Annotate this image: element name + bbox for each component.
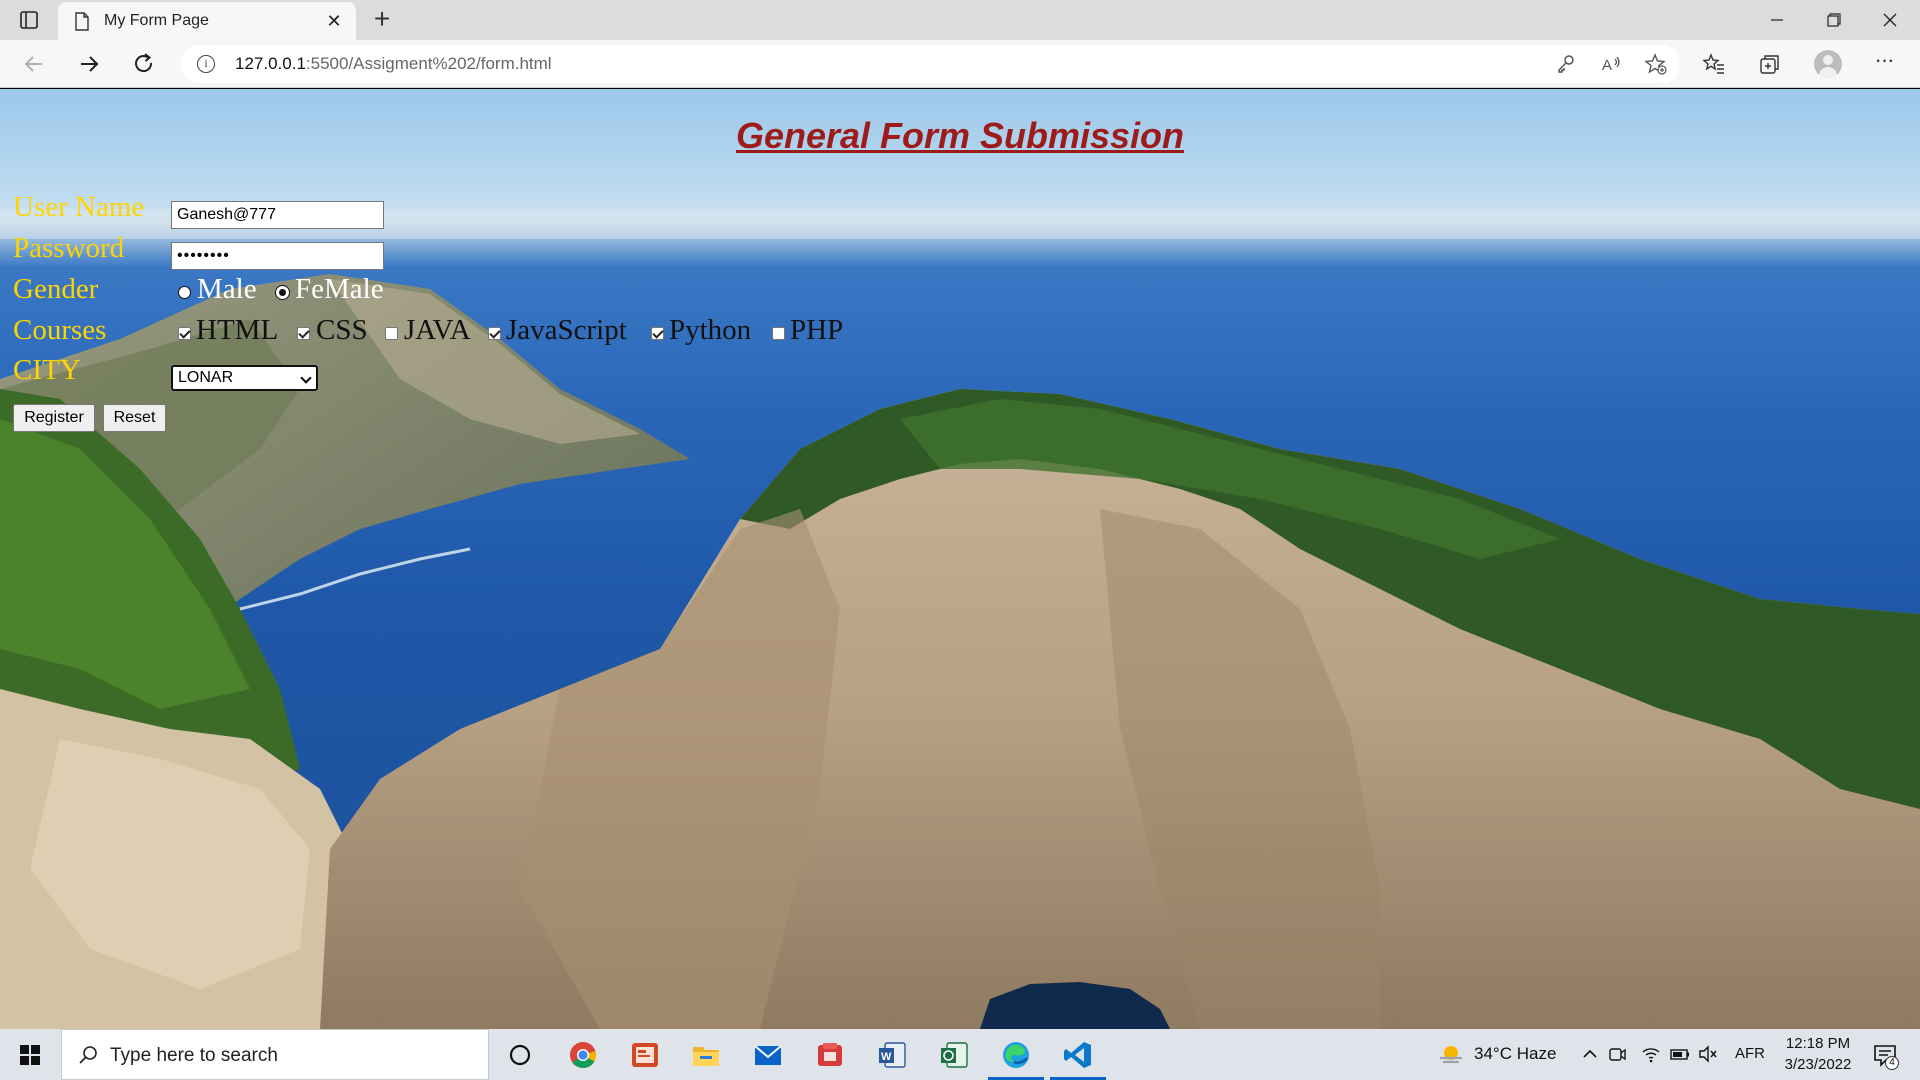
volume-muted-icon[interactable] [1698, 1044, 1718, 1064]
gender-label: Gender [13, 273, 99, 305]
forward-arrow-icon[interactable] [75, 50, 103, 78]
chrome-icon[interactable] [568, 1040, 598, 1070]
profile-avatar[interactable] [1814, 50, 1842, 78]
word-icon[interactable]: W [877, 1040, 907, 1070]
course-java-checkbox[interactable] [385, 327, 398, 340]
favorites-icon[interactable] [1702, 52, 1726, 76]
page-title: General Form Submission [735, 115, 1185, 156]
page-viewport: General Form Submission User Name Ganesh… [0, 89, 1920, 1029]
edge-icon[interactable] [1001, 1040, 1031, 1070]
browser-tab[interactable]: My Form Page ✕ [58, 2, 356, 40]
register-button[interactable]: Register [13, 404, 95, 432]
browser-tab-bar: My Form Page ✕ + [0, 0, 1920, 40]
course-java-label: JAVA [404, 314, 471, 346]
app-red-icon[interactable] [815, 1040, 845, 1070]
city-select-value: LONAR [178, 369, 234, 386]
powerpoint-icon[interactable] [630, 1040, 660, 1070]
tab-actions-icon[interactable] [18, 9, 40, 31]
search-icon [79, 1046, 97, 1064]
password-input[interactable]: •••••••• [171, 242, 384, 270]
more-options-icon[interactable]: ··· [1872, 49, 1896, 76]
clock-time[interactable]: 12:18 PM [1783, 1035, 1853, 1052]
user-name-label: User Name [13, 191, 145, 223]
language-indicator[interactable]: AFR [1735, 1045, 1765, 1062]
weather-text[interactable]: 34°C Haze [1474, 1044, 1556, 1064]
wifi-icon[interactable] [1641, 1044, 1661, 1064]
collections-icon[interactable] [1758, 52, 1782, 76]
city-select[interactable]: LONAR [171, 365, 318, 391]
tab-close-icon[interactable]: ✕ [324, 11, 344, 31]
course-html-label: HTML [196, 314, 279, 346]
user-name-input[interactable]: Ganesh@777 [171, 201, 384, 229]
course-javascript-label: JavaScript [506, 314, 627, 346]
read-aloud-icon[interactable]: A [1600, 53, 1622, 75]
password-label: Password [13, 232, 125, 264]
excel-icon[interactable] [939, 1040, 969, 1070]
course-javascript-checkbox[interactable] [488, 327, 501, 340]
chevron-up-icon[interactable] [1580, 1044, 1600, 1064]
reload-icon[interactable] [130, 50, 158, 78]
gender-male-radio[interactable] [178, 286, 191, 299]
mail-icon[interactable] [753, 1040, 783, 1070]
windows-taskbar: Type here to search W 34°C Haze AFR 12:1… [0, 1029, 1920, 1080]
search-placeholder: Type here to search [110, 1045, 278, 1066]
notification-count-badge: 4 [1885, 1056, 1899, 1070]
site-info-icon[interactable]: i [197, 55, 215, 73]
course-python-checkbox[interactable] [651, 327, 664, 340]
course-php-checkbox[interactable] [772, 327, 785, 340]
new-tab-button[interactable]: + [368, 5, 396, 34]
taskbar-search-box[interactable]: Type here to search [61, 1029, 489, 1080]
clock-date[interactable]: 3/23/2022 [1775, 1056, 1861, 1073]
battery-icon[interactable] [1670, 1044, 1690, 1064]
url-text: 127.0.0.1:5500/Assigment%202/form.html [235, 54, 552, 73]
course-css-label: CSS [316, 314, 368, 346]
key-icon[interactable] [1555, 53, 1577, 75]
gender-female-label: FeMale [295, 273, 384, 305]
page-icon [75, 12, 89, 31]
course-php-label: PHP [790, 314, 844, 346]
vscode-icon[interactable] [1063, 1040, 1093, 1070]
cortana-icon[interactable] [505, 1040, 535, 1070]
courses-label: Courses [13, 314, 107, 346]
minimize-icon[interactable] [1764, 8, 1790, 32]
gender-female-radio[interactable] [276, 286, 289, 299]
restore-icon[interactable] [1820, 8, 1846, 32]
close-window-icon[interactable] [1877, 8, 1903, 32]
city-label: CITY [13, 354, 81, 386]
reset-button[interactable]: Reset [103, 404, 166, 432]
chevron-down-icon [300, 372, 312, 384]
windows-start-icon[interactable] [20, 1045, 40, 1065]
svg-text:W: W [881, 1051, 892, 1063]
course-python-label: Python [669, 314, 752, 346]
meet-now-icon[interactable] [1607, 1044, 1627, 1064]
weather-haze-icon[interactable] [1437, 1042, 1465, 1066]
back-arrow-icon[interactable] [20, 50, 48, 78]
browser-toolbar: i 127.0.0.1:5500/Assigment%202/form.html… [0, 40, 1920, 88]
address-bar[interactable]: i 127.0.0.1:5500/Assigment%202/form.html… [180, 45, 1680, 83]
svg-text:A: A [1602, 57, 1612, 74]
tab-title: My Form Page [104, 12, 209, 29]
course-css-checkbox[interactable] [297, 327, 310, 340]
add-favorite-icon[interactable] [1645, 53, 1667, 75]
gender-male-label: Male [197, 273, 257, 305]
file-explorer-icon[interactable] [691, 1040, 721, 1070]
course-html-checkbox[interactable] [178, 327, 191, 340]
background-landscape-image [0, 209, 1920, 1029]
